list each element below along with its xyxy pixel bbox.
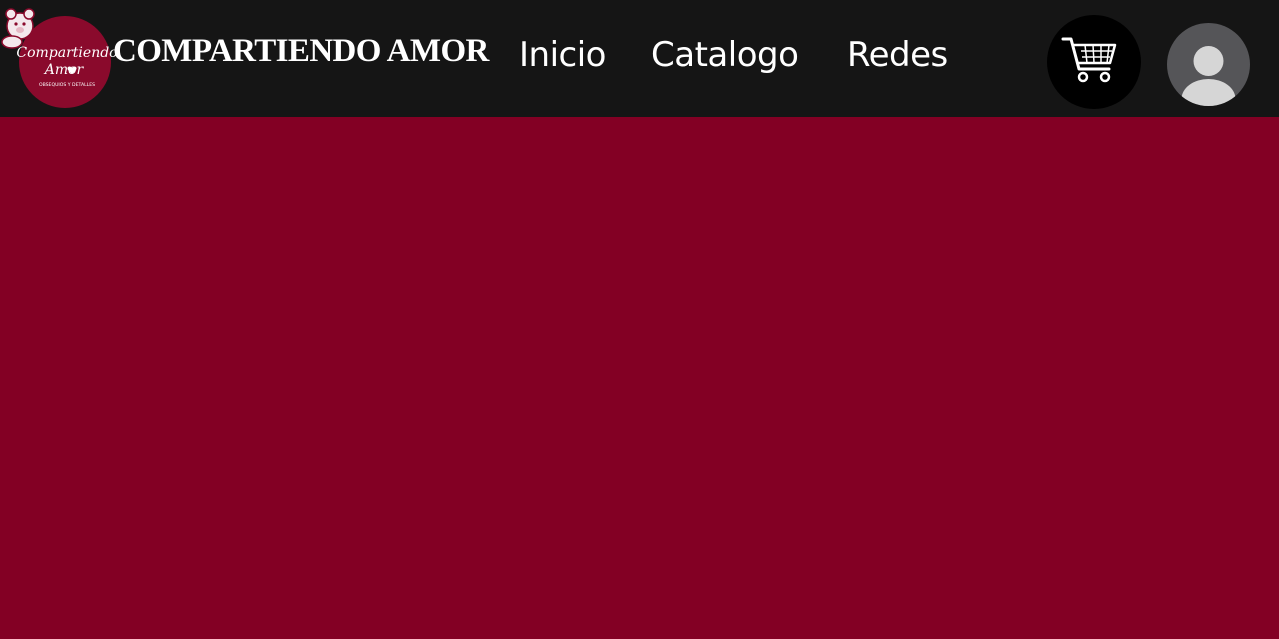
logo-tagline: OBSEQUIOS Y DETALLES [39,82,95,88]
page: Compartiendo Amor OBSEQUIOS Y DETALLES C… [0,0,1279,639]
logo-graphic: Compartiendo Amor OBSEQUIOS Y DETALLES [1,8,118,108]
nav-link-inicio[interactable]: Inicio [519,35,606,75]
user-avatar-icon [1181,46,1236,106]
top-navbar: Compartiendo Amor OBSEQUIOS Y DETALLES C… [0,0,1279,117]
logo-line1: Compartiendo [16,45,117,61]
nav-link-catalogo[interactable]: Catalogo [651,35,799,75]
user-avatar-button[interactable] [1167,23,1250,106]
logo-line2: Amor [43,62,85,78]
brand-logo[interactable]: Compartiendo Amor OBSEQUIOS Y DETALLES [0,0,118,112]
brand-title[interactable]: COMPARTIENDO AMOR [113,33,489,70]
main-content-area [0,117,1279,639]
shopping-cart-icon [1061,37,1117,83]
cart-button[interactable] [1047,15,1141,109]
nav-link-redes[interactable]: Redes [847,35,948,75]
